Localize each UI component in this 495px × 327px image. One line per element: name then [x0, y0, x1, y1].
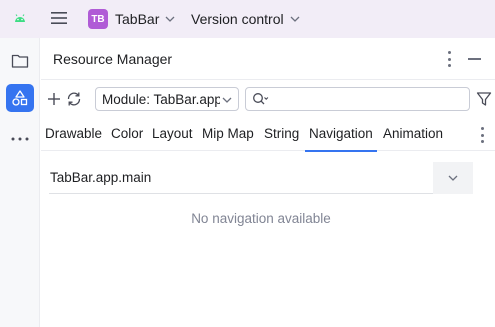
search-icon: [253, 93, 269, 105]
panel-options-icon[interactable]: [442, 51, 456, 67]
resource-directory-label: TabBar.app.main: [50, 170, 152, 185]
tab-layout[interactable]: Layout: [152, 118, 193, 151]
resource-manager-tool-button[interactable]: [6, 84, 34, 112]
more-horizontal-icon: [11, 137, 29, 141]
tab-navigation[interactable]: Navigation: [305, 118, 377, 152]
tool-window-strip: [0, 38, 40, 327]
module-select[interactable]: Module: TabBar.app: [95, 87, 239, 111]
minimize-icon[interactable]: [468, 58, 481, 60]
more-tools-button[interactable]: [6, 125, 34, 153]
tab-color[interactable]: Color: [111, 118, 143, 151]
add-icon[interactable]: [45, 90, 63, 108]
project-tool-button[interactable]: [6, 47, 34, 75]
main-menu-icon[interactable]: [49, 9, 69, 27]
tab-animation[interactable]: Animation: [383, 118, 443, 151]
resource-type-tabs: Drawable Color Layout Mip Map String Nav…: [41, 118, 495, 152]
resource-manager-icon: [12, 90, 28, 106]
tab-mip-map[interactable]: Mip Map: [202, 118, 254, 151]
resource-toolbar: Module: TabBar.app: [41, 81, 495, 117]
resource-manager-panel: Resource Manager Module: TabBar.app Draw…: [41, 38, 495, 327]
directory-dropdown-button[interactable]: [433, 162, 473, 194]
resource-directory-selector[interactable]: TabBar.app.main: [49, 162, 473, 194]
module-select-value: Module: TabBar.app: [102, 91, 220, 107]
search-input[interactable]: [245, 87, 470, 111]
version-control-label: Version control: [191, 11, 284, 27]
title-bar: TB TabBar Version control: [0, 0, 495, 38]
version-control-selector[interactable]: Version control: [191, 8, 300, 30]
folder-icon: [11, 54, 29, 68]
panel-header: Resource Manager: [41, 38, 495, 80]
panel-title: Resource Manager: [53, 51, 173, 67]
project-selector[interactable]: TB TabBar: [88, 8, 175, 30]
project-badge: TB: [88, 9, 108, 29]
chevron-down-icon: [165, 16, 175, 22]
more-tabs-icon[interactable]: [475, 127, 489, 143]
android-icon: [15, 14, 25, 22]
tab-string[interactable]: String: [264, 118, 299, 151]
empty-state-message: No navigation available: [191, 211, 331, 226]
tab-drawable[interactable]: Drawable: [45, 118, 102, 151]
project-name: TabBar: [115, 11, 160, 27]
refresh-icon[interactable]: [65, 90, 83, 108]
filter-icon[interactable]: [475, 90, 493, 108]
chevron-down-icon: [448, 175, 458, 181]
chevron-down-icon: [290, 16, 300, 22]
chevron-down-icon: [222, 97, 232, 103]
